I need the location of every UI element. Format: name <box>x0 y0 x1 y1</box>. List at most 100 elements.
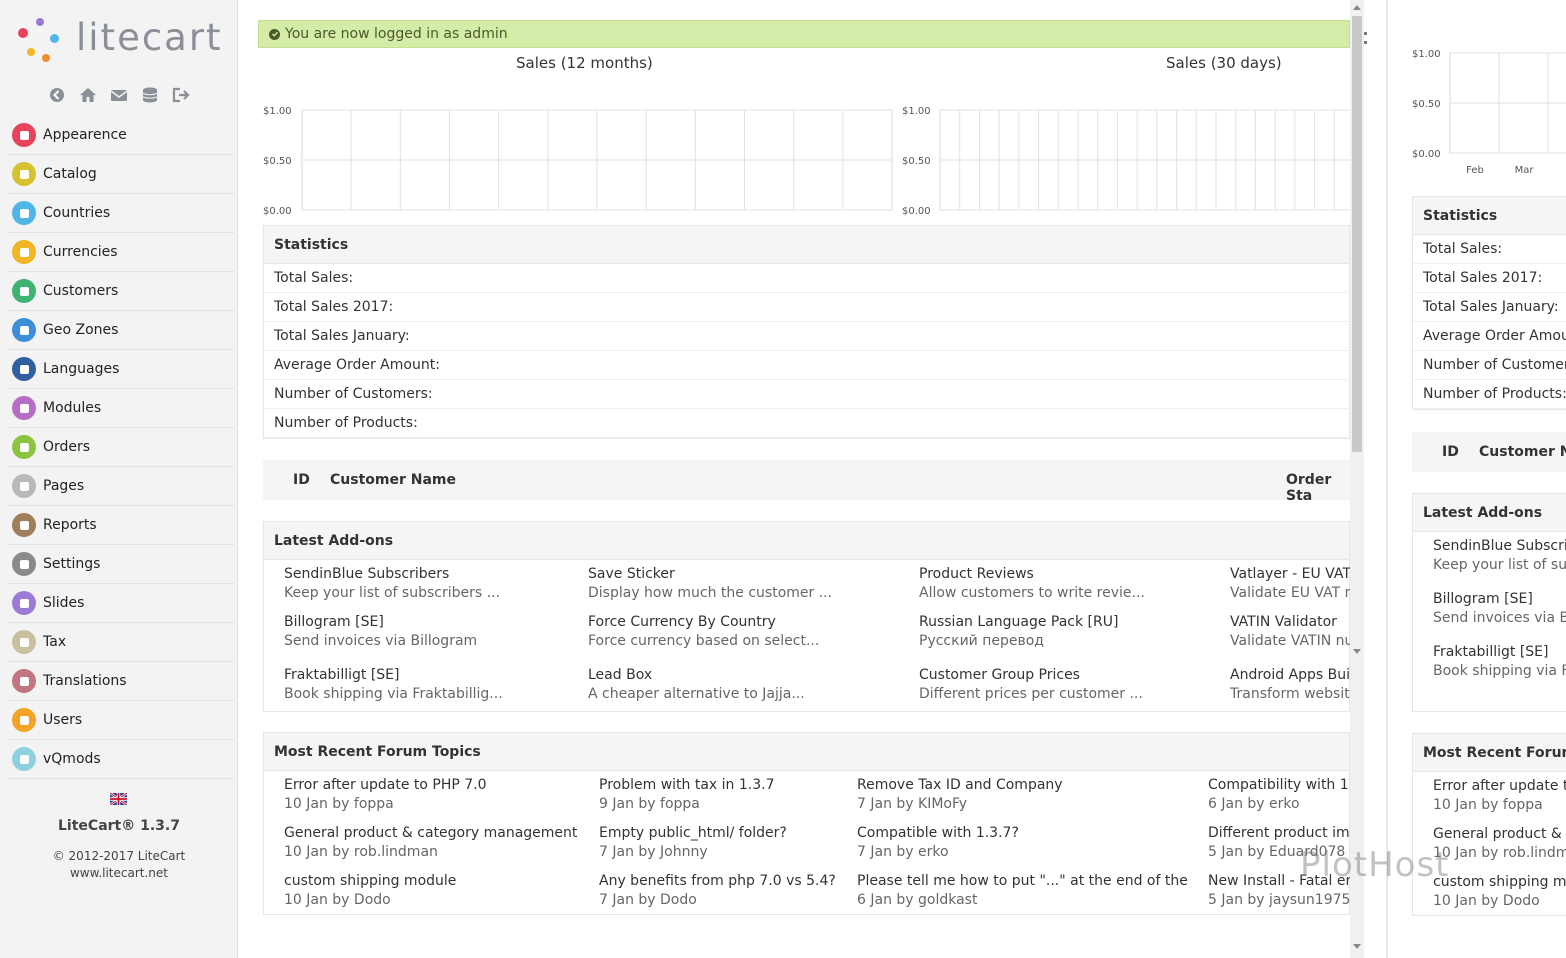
shortcut-bar <box>0 84 238 105</box>
sidebar-item-users[interactable]: Users <box>8 701 234 740</box>
sidebar-item-orders[interactable]: Orders <box>8 428 234 467</box>
item-title: Error after update to <box>1433 778 1566 794</box>
item-subtitle: 10 Jan by foppa <box>284 796 394 812</box>
sidebar-item-catalog[interactable]: Catalog <box>8 155 234 194</box>
item-subtitle: 6 Jan by erko <box>1208 796 1300 812</box>
sidebar-item-modules[interactable]: Modules <box>8 389 234 428</box>
menu-icon <box>12 162 36 186</box>
col-customer-name[interactable]: Customer Name <box>330 472 456 488</box>
col-id[interactable]: ID <box>293 472 310 488</box>
forum-topic[interactable]: Empty public_html/ folder? 7 Jan by Johnn… <box>599 824 787 862</box>
item-subtitle: Send invoices via Bill <box>1433 610 1566 626</box>
secondary-col-id[interactable]: ID <box>1442 444 1459 460</box>
flag-uk-icon[interactable] <box>109 790 128 806</box>
sidebar-item-label: Slides <box>43 595 85 611</box>
scrollbar-thumb[interactable] <box>1352 16 1362 452</box>
item-subtitle: A cheaper alternative to Jajja... <box>588 686 805 702</box>
forum-topic[interactable]: Remove Tax ID and Company 7 Jan by KIMoFy <box>857 776 1063 814</box>
addon-item[interactable]: Force Currency By Country Force currency … <box>588 613 819 651</box>
sidebar-item-currencies[interactable]: Currencies <box>8 233 234 272</box>
addon-item[interactable]: Android Apps Buil Transform website <box>1230 666 1350 704</box>
item-title: custom shipping module <box>284 873 457 889</box>
addon-item[interactable]: Product Reviews Allow customers to write … <box>919 565 1145 603</box>
scroll-down-icon[interactable] <box>1353 649 1361 654</box>
item-subtitle: Different prices per customer ... <box>919 686 1143 702</box>
menu-icon <box>12 357 36 381</box>
mail-icon[interactable] <box>109 85 129 105</box>
stat-row: Total Sales: <box>264 264 1349 293</box>
item-subtitle: Keep your list of subscribers ... <box>284 585 500 601</box>
back-icon[interactable] <box>47 85 67 105</box>
addon-item[interactable]: Fraktabilligt [SE] Book shipping via Frak… <box>284 666 503 704</box>
forum-topic[interactable]: Compatible with 1.3.7? 7 Jan by erko <box>857 824 1019 862</box>
logo-text: litecart <box>76 16 223 59</box>
sidebar-item-geo-zones[interactable]: Geo Zones <box>8 311 234 350</box>
addon-item[interactable]: SendinBlue Subscrib Keep your list of sub <box>1413 532 1566 585</box>
drag-handle[interactable] <box>1364 32 1368 56</box>
secondary-statistics: Statistics Total Sales: Total Sales 2017:… <box>1412 196 1566 410</box>
addon-item[interactable]: SendinBlue Subscribers Keep your list of … <box>284 565 500 603</box>
sidebar-item-translations[interactable]: Translations <box>8 662 234 701</box>
col-order-status[interactable]: Order Sta <box>1286 472 1350 504</box>
addon-item[interactable]: Save Sticker Display how much the custome… <box>588 565 832 603</box>
stat-row: Average Order Amount: <box>264 351 1349 380</box>
stat-row: Number of Customer <box>1413 351 1566 380</box>
logout-icon[interactable] <box>171 85 191 105</box>
forum-topic[interactable]: Error after update to 10 Jan by foppa <box>1413 772 1566 820</box>
addon-item[interactable]: Vatlayer - EU VATI Validate EU VAT nu <box>1230 565 1350 603</box>
secondary-view: $1.00 $0.50 $0.00 Feb Mar Statistics Total S… <box>1388 0 1566 958</box>
forum-topic[interactable]: Compatibility with 1.3 6 Jan by erko <box>1208 776 1350 814</box>
addon-item[interactable]: Fraktabilligt [SE] Book shipping via Fr <box>1413 638 1566 691</box>
forum-topic[interactable]: Error after update to PHP 7.0 10 Jan by f… <box>284 776 487 814</box>
addon-item[interactable]: VATIN Validator Validate VATIN nu <box>1230 613 1350 651</box>
orders-panel: ID Customer Name Order Sta <box>263 460 1350 504</box>
stat-row: Average Order Amour <box>1413 322 1566 351</box>
sidebar-item-customers[interactable]: Customers <box>8 272 234 311</box>
website-link[interactable]: www.litecart.net <box>0 865 238 882</box>
menu-icon <box>12 591 36 615</box>
secondary-col-name[interactable]: Customer Na <box>1479 444 1566 460</box>
menu-icon <box>12 669 36 693</box>
item-title: Android Apps Buil <box>1230 667 1350 683</box>
version-label: LiteCart® 1.3.7 <box>58 818 180 834</box>
scroll-up-icon[interactable] <box>1353 5 1361 10</box>
sidebar-item-settings[interactable]: Settings <box>8 545 234 584</box>
sidebar-item-appearence[interactable]: Appearence <box>8 116 234 155</box>
scroll-down-icon-bottom[interactable] <box>1353 944 1361 949</box>
addon-item[interactable]: Billogram [SE] Send invoices via Bill <box>1413 585 1566 638</box>
database-icon[interactable] <box>140 85 160 105</box>
sidebar-item-slides[interactable]: Slides <box>8 584 234 623</box>
sidebar-item-reports[interactable]: Reports <box>8 506 234 545</box>
menu-icon <box>12 201 36 225</box>
sidebar-item-pages[interactable]: Pages <box>8 467 234 506</box>
forum-topic[interactable]: Problem with tax in 1.3.7 9 Jan by foppa <box>599 776 774 814</box>
item-title: Please tell me how to put "..." at the e… <box>857 873 1188 889</box>
secondary-ytick-label: $1.00 <box>1412 49 1441 60</box>
item-title: Empty public_html/ folder? <box>599 825 787 841</box>
logo[interactable]: litecart <box>14 14 224 70</box>
statistics-title: Statistics <box>264 226 1349 264</box>
addon-item[interactable]: Billogram [SE] Send invoices via Billogra… <box>284 613 477 651</box>
sidebar-item-tax[interactable]: Tax <box>8 623 234 662</box>
item-title: SendinBlue Subscribers <box>284 566 450 582</box>
forum-topic[interactable]: custom shipping module 10 Jan by Dodo <box>284 872 456 910</box>
scrollbar[interactable] <box>1350 0 1364 958</box>
stat-row: Number of Products: <box>264 409 1349 438</box>
home-icon[interactable] <box>78 85 98 105</box>
menu-icon <box>12 396 36 420</box>
addon-item[interactable]: Russian Language Pack [RU] Русский перево… <box>919 613 1118 651</box>
addon-item[interactable]: Customer Group Prices Different prices pe… <box>919 666 1143 704</box>
sidebar-item-label: Modules <box>43 400 102 416</box>
sidebar-item-languages[interactable]: Languages <box>8 350 234 389</box>
menu-icon <box>12 279 36 303</box>
menu-icon <box>12 513 36 537</box>
item-title: Customer Group Prices <box>919 667 1080 683</box>
addon-item[interactable]: Lead Box A cheaper alternative to Jajja..… <box>588 666 805 704</box>
forum-topic[interactable]: Any benefits from php 7.0 vs 5.4? 7 Jan b… <box>599 872 836 910</box>
sidebar-item-label: Geo Zones <box>43 322 119 338</box>
sidebar-item-countries[interactable]: Countries <box>8 194 234 233</box>
forum-topic[interactable]: Please tell me how to put "..." at the e… <box>857 872 1188 910</box>
forum-topic[interactable]: General product & category management 10 … <box>284 824 577 862</box>
menu-icon <box>12 747 36 771</box>
sidebar-item-vqmods[interactable]: vQmods <box>8 740 234 779</box>
